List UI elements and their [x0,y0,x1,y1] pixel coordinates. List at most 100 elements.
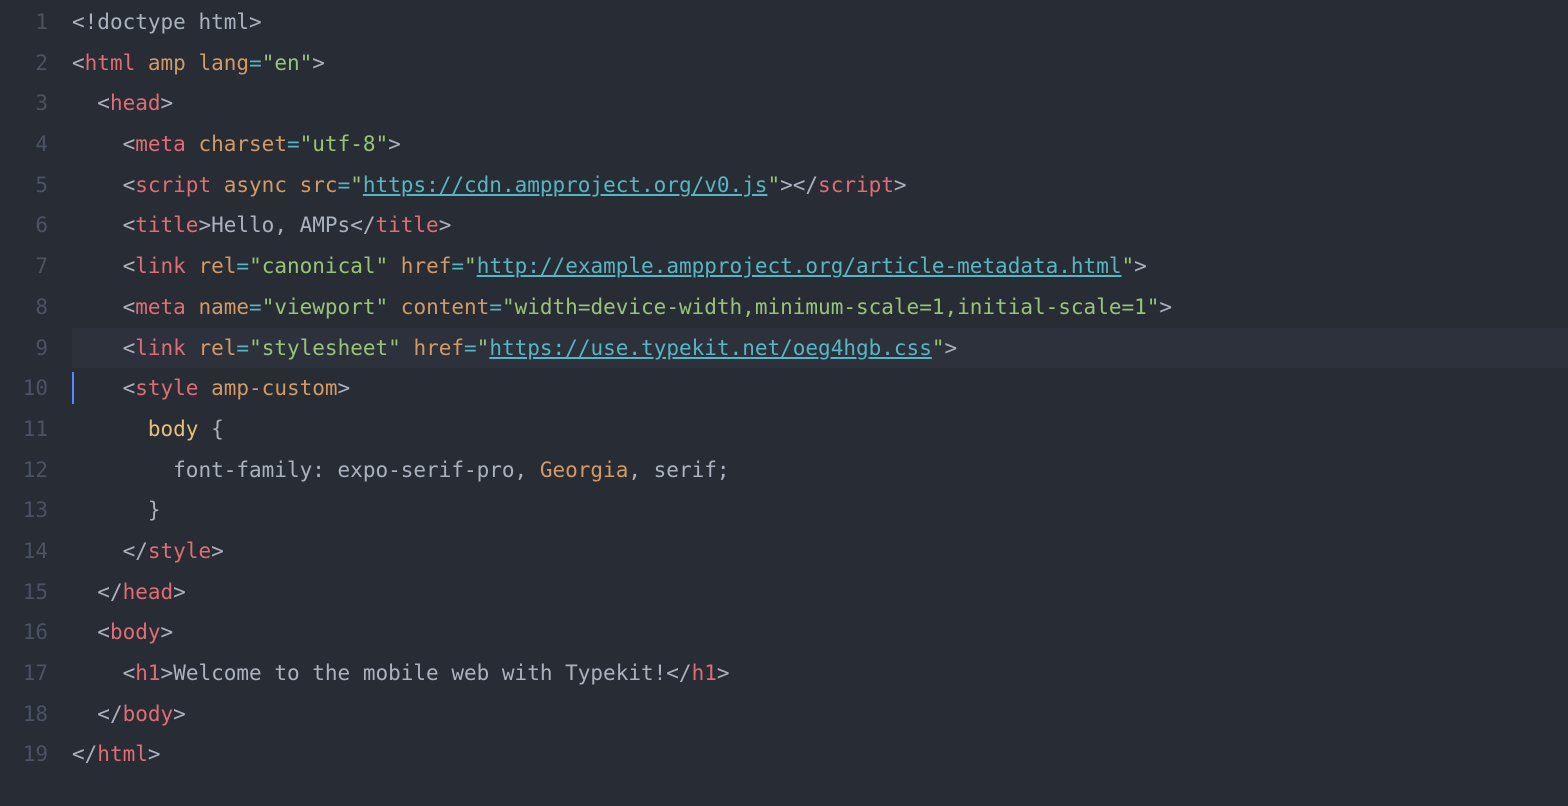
token-tag: html [97,742,148,766]
token-p: > [211,539,224,563]
token-p: < [97,91,110,115]
code-line[interactable]: <h1>Welcome to the mobile web with Typek… [72,653,1568,694]
token-p: > [1134,254,1147,278]
token-tag: head [110,91,161,115]
code-editor[interactable]: 12345678910111213141516171819 <!doctype … [0,0,1568,806]
token-p: < [123,661,136,685]
token-p: < [123,336,136,360]
token-tag: meta [135,132,186,156]
token-css-val: serif [654,458,717,482]
code-line[interactable]: <meta charset="utf-8"> [72,124,1568,165]
code-line[interactable]: </head> [72,572,1568,613]
code-line[interactable]: </html> [72,734,1568,775]
token-p: , [628,458,653,482]
token-css-val: expo-serif-pro [338,458,515,482]
token-attr: content [401,295,490,319]
code-line[interactable]: <title>Hello, AMPs</title> [72,205,1568,246]
token-attr: rel [198,254,236,278]
token-p: ></ [780,173,818,197]
token-p: > [148,742,161,766]
indent [72,132,123,156]
line-number: 14 [0,531,48,572]
token-str: " [932,336,945,360]
line-number: 1 [0,2,48,43]
line-number: 8 [0,287,48,328]
indent [72,498,148,522]
token-p: > [173,580,186,604]
line-number: 18 [0,694,48,735]
token-p: </ [666,661,691,685]
token-op: = [464,336,477,360]
token-tag: title [135,213,198,237]
token-p [388,295,401,319]
code-line[interactable]: <!doctype html> [72,2,1568,43]
token-tag: meta [135,295,186,319]
code-area[interactable]: <!doctype html><html amp lang="en"> <hea… [72,0,1568,806]
token-p: </ [97,580,122,604]
token-p: > [161,661,174,685]
token-attr: rel [198,336,236,360]
code-line[interactable]: <link rel="canonical" href="http://examp… [72,246,1568,287]
token-p [186,336,199,360]
token-p: > [945,336,958,360]
token-p [198,376,211,400]
code-line[interactable]: <html amp lang="en"> [72,43,1568,84]
token-tag: head [123,580,174,604]
token-css-prop: font-family [173,458,312,482]
token-p: , [515,458,540,482]
token-p [401,336,414,360]
token-p [186,254,199,278]
token-p: </ [97,702,122,726]
token-text: Hello, AMPs [211,213,350,237]
token-str: "viewport" [262,295,388,319]
code-line[interactable]: <body> [72,612,1568,653]
token-p: > [1159,295,1172,319]
token-p: > [312,51,325,75]
token-p [388,254,401,278]
token-tag: script [818,173,894,197]
indent [72,213,123,237]
code-line[interactable]: </style> [72,531,1568,572]
indent [72,254,123,278]
line-number: 6 [0,205,48,246]
line-number: 13 [0,490,48,531]
indent [72,417,148,441]
line-number: 3 [0,83,48,124]
token-str: "en" [262,51,313,75]
code-line[interactable]: <script async src="https://cdn.ampprojec… [72,165,1568,206]
line-number: 7 [0,246,48,287]
token-p: : [312,458,337,482]
token-p: </ [123,539,148,563]
token-attr: async [224,173,287,197]
token-p: > [338,376,351,400]
token-str: "stylesheet" [249,336,401,360]
code-line[interactable]: font-family: expo-serif-pro, Georgia, se… [72,450,1568,491]
token-p [186,51,199,75]
text-cursor [72,372,74,404]
token-p: < [123,376,136,400]
line-number: 4 [0,124,48,165]
token-p: > [173,702,186,726]
indent [72,580,97,604]
token-p: > [249,10,262,34]
token-tag: h1 [135,661,160,685]
token-op: = [338,173,351,197]
indent [72,539,123,563]
token-op: = [451,254,464,278]
line-number: 5 [0,165,48,206]
code-line[interactable]: <head> [72,83,1568,124]
token-tag: html [85,51,136,75]
line-number: 16 [0,612,48,653]
token-p: <! [72,10,97,34]
code-line[interactable]: <meta name="viewport" content="width=dev… [72,287,1568,328]
token-url: http://example.ampproject.org/article-me… [477,254,1122,278]
token-tag: style [135,376,198,400]
token-tag: h1 [692,661,717,685]
code-line[interactable]: <style amp-custom> [72,368,1568,409]
code-line[interactable]: body { [72,409,1568,450]
code-line[interactable]: </body> [72,694,1568,735]
token-str: "utf-8" [300,132,389,156]
code-line[interactable]: } [72,490,1568,531]
token-url: https://use.typekit.net/oeg4hgb.css [489,336,932,360]
token-str: " [1121,254,1134,278]
